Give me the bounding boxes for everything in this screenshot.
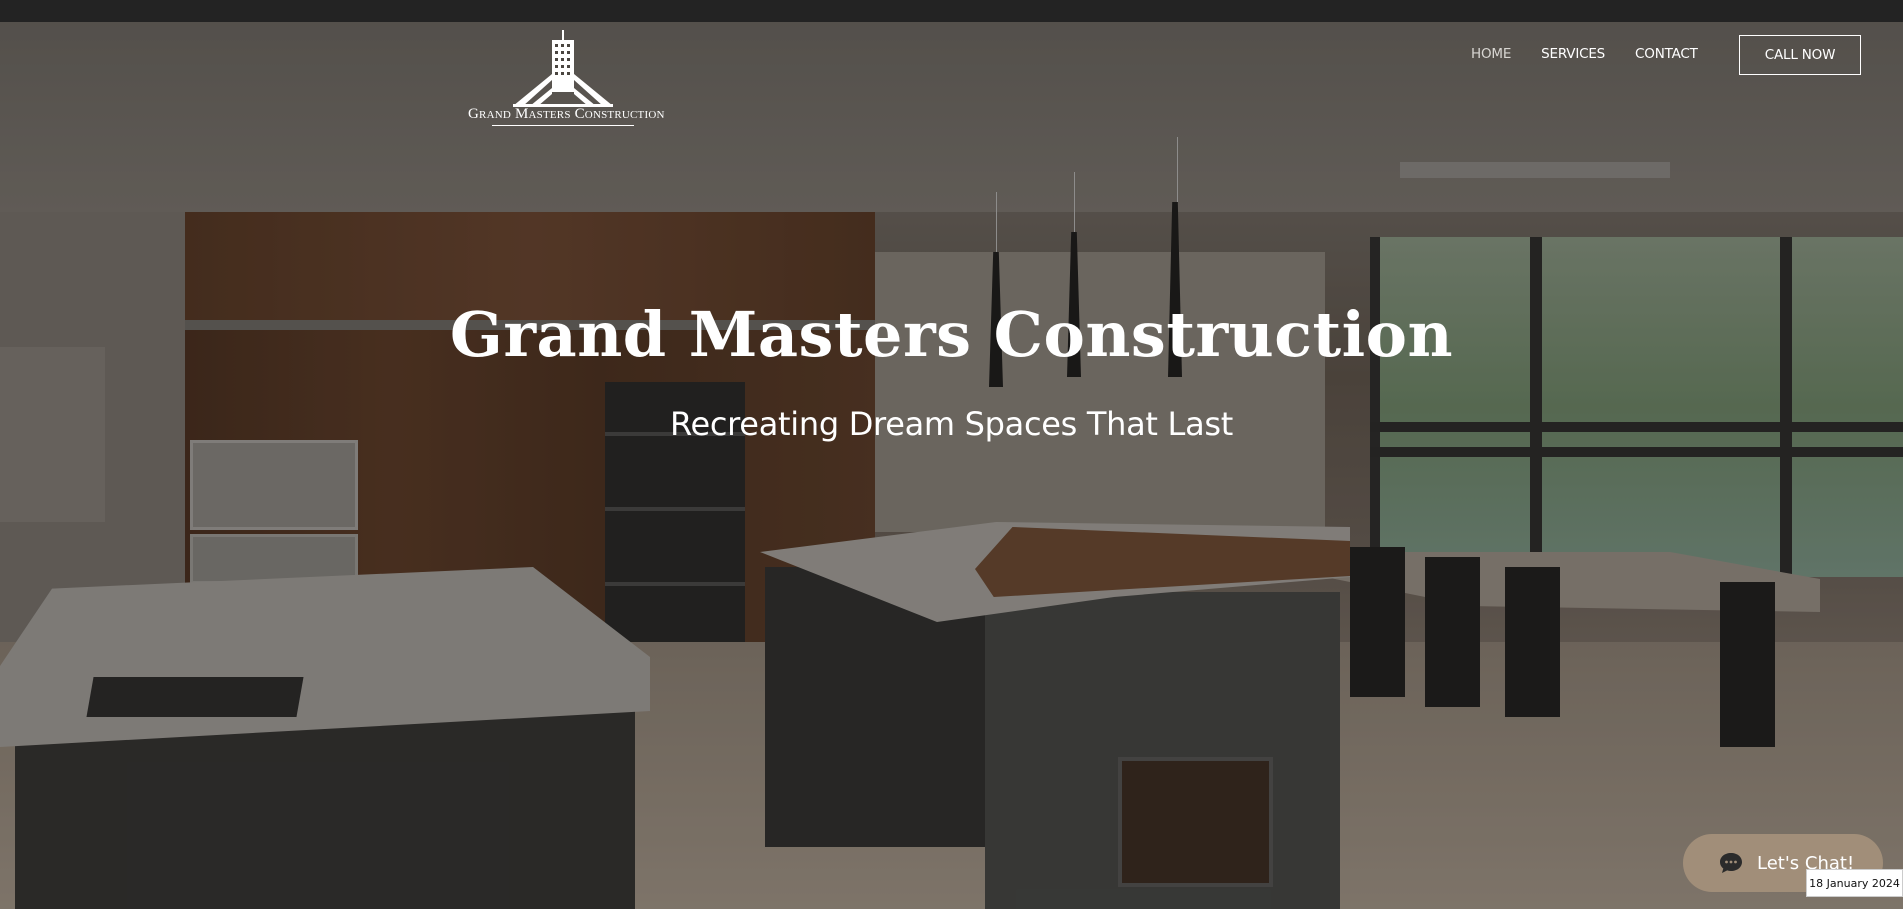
hero-section (0, 22, 1903, 909)
building-logo-icon (513, 30, 613, 107)
nav-home[interactable]: HOME (1471, 46, 1511, 64)
browser-top-bar (0, 0, 1903, 22)
nav-services[interactable]: SERVICES (1541, 46, 1605, 64)
logo-underline (492, 125, 634, 126)
nav-contact[interactable]: CONTACT (1635, 46, 1698, 64)
call-now-button[interactable]: CALL NOW (1739, 35, 1861, 75)
hero-subtitle: Recreating Dream Spaces That Last (669, 405, 1234, 443)
hero-title: Grand Masters Construction (449, 298, 1454, 371)
date-badge: 18 January 2024 (1806, 869, 1903, 897)
logo-wordmark: Grand Masters Construction (468, 106, 665, 122)
main-nav: HOME SERVICES CONTACT (1471, 46, 1698, 64)
chat-bubble-icon (1719, 852, 1743, 874)
brand-logo[interactable]: Grand Masters Construction (468, 30, 665, 126)
hero-dark-overlay (0, 22, 1903, 909)
